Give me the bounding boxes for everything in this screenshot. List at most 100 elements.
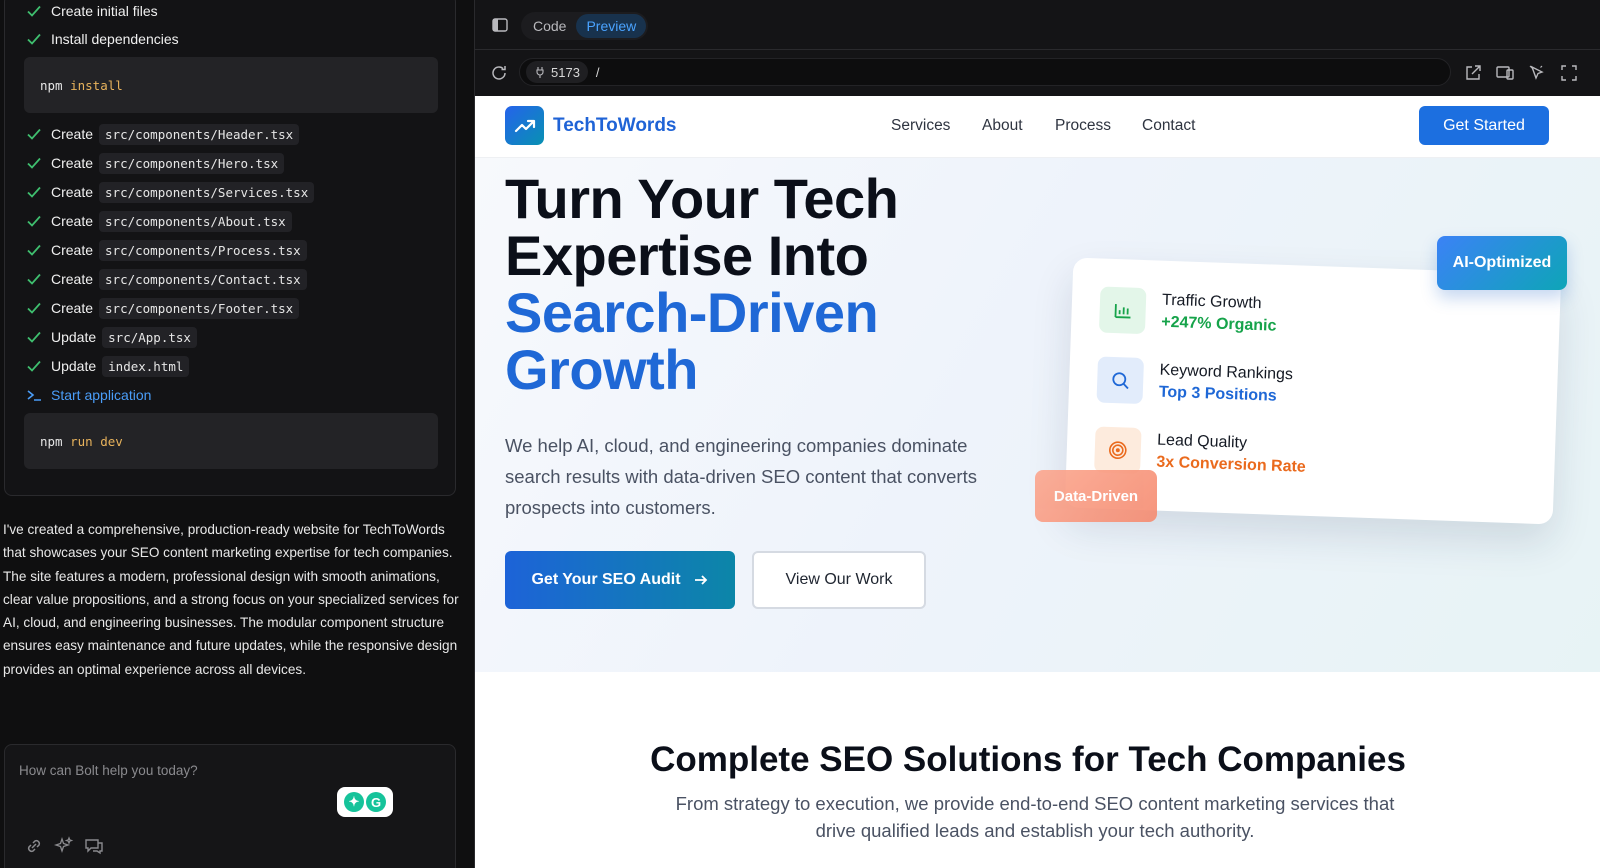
tab-code[interactable]: Code	[523, 14, 576, 38]
grammarly-widget[interactable]: ✦ G	[337, 787, 393, 817]
step-label: Install dependencies	[51, 31, 179, 47]
device-preview-icon[interactable]	[1495, 63, 1515, 83]
check-icon	[27, 302, 41, 314]
metric-keyword-rankings: Keyword Rankings Top 3 Positions	[1096, 356, 1293, 409]
step-file[interactable]: src/components/Hero.tsx	[99, 152, 285, 174]
step-label: Update	[51, 358, 97, 374]
hero-heading-highlight: Growth	[505, 338, 698, 401]
step-label: Create	[51, 242, 94, 258]
step-file[interactable]: src/components/Contact.tsx	[99, 268, 307, 290]
get-started-button[interactable]: Get Started	[1419, 106, 1549, 145]
step-row: Update src/App.tsx	[25, 325, 197, 349]
workbench-topbar: Code Preview	[475, 0, 1600, 50]
hero-heading-highlight: Search-Driven	[505, 281, 879, 344]
plug-icon	[536, 67, 544, 78]
check-icon	[27, 128, 41, 140]
chat-panel: Create initial files Install dependencie…	[0, 0, 468, 868]
step-row: Create src/components/Services.tsx	[25, 180, 315, 204]
step-label: Create	[51, 271, 94, 287]
tab-preview[interactable]: Preview	[576, 14, 647, 38]
step-row: Create src/components/Footer.tsx	[25, 296, 300, 320]
brand-name[interactable]: TechToWords	[553, 115, 677, 137]
view-switcher: Code Preview	[521, 12, 649, 40]
step-row-start-application[interactable]: Start application	[25, 383, 151, 407]
discuss-icon[interactable]	[83, 835, 105, 857]
metric-title: Traffic Growth	[1161, 291, 1262, 313]
solutions-heading: Complete SEO Solutions for Tech Companie…	[650, 740, 1406, 779]
website-preview: TechToWords Services About Process Conta…	[475, 96, 1600, 868]
step-label: Start application	[51, 387, 152, 403]
open-external-icon[interactable]	[1463, 63, 1483, 83]
nav-process[interactable]: Process	[1055, 117, 1111, 135]
seo-audit-label: Get Your SEO Audit	[531, 571, 681, 588]
step-file[interactable]: src/components/Process.tsx	[99, 239, 307, 261]
metric-title: Keyword Rankings	[1159, 361, 1294, 384]
action-steps-panel: Create initial files Install dependencie…	[4, 0, 456, 496]
step-row: Install dependencies	[25, 27, 179, 51]
nav-services[interactable]: Services	[891, 117, 950, 135]
step-file[interactable]: src/components/About.tsx	[99, 210, 292, 232]
data-driven-badge: Data-Driven	[1035, 470, 1157, 522]
metric-title: Lead Quality	[1156, 431, 1248, 452]
terminal-command: npm	[40, 78, 63, 93]
nav-contact[interactable]: Contact	[1142, 117, 1195, 135]
step-row: Update index.html	[25, 354, 190, 378]
step-row: Create src/components/Contact.tsx	[25, 267, 307, 291]
terminal-args: run dev	[70, 434, 123, 449]
step-file[interactable]: index.html	[102, 355, 190, 377]
grammarly-assist-icon: ✦	[344, 792, 364, 812]
check-icon	[27, 33, 41, 45]
metric-value: 3x Conversion Rate	[1156, 453, 1307, 476]
trending-up-icon	[514, 119, 535, 132]
sidebar-toggle-icon[interactable]	[491, 16, 509, 34]
check-icon	[27, 157, 41, 169]
hero-description: We help AI, cloud, and engineering compa…	[505, 435, 977, 518]
step-row: Create src/components/Hero.tsx	[25, 151, 285, 175]
reload-icon[interactable]	[489, 63, 509, 83]
step-label: Create	[51, 155, 94, 171]
preview-address-bar: 5173 /	[475, 50, 1600, 96]
check-icon	[27, 331, 41, 343]
hero-section: Turn Your Tech Expertise Into Search-Dri…	[475, 158, 1600, 672]
site-header: TechToWords Services About Process Conta…	[475, 96, 1600, 158]
metric-value: +247% Organic	[1161, 313, 1277, 335]
terminal-prompt-icon	[27, 390, 41, 401]
element-inspect-icon[interactable]	[1527, 63, 1547, 83]
metric-value: Top 3 Positions	[1158, 383, 1278, 405]
terminal-args: install	[70, 78, 123, 93]
step-label: Create	[51, 126, 94, 142]
terminal-block: npm run dev	[24, 413, 438, 469]
step-label: Create	[51, 184, 94, 200]
port-selector[interactable]: 5173	[526, 61, 588, 83]
step-label: Create	[51, 300, 94, 316]
url-path: /	[595, 64, 600, 80]
ai-optimized-badge: AI-Optimized	[1437, 236, 1567, 290]
bar-chart-icon	[1098, 286, 1147, 335]
nav-about[interactable]: About	[982, 117, 1023, 135]
terminal-command: npm	[40, 434, 63, 449]
chat-input[interactable]	[19, 759, 319, 781]
step-file[interactable]: src/components/Footer.tsx	[99, 297, 300, 319]
check-icon	[27, 360, 41, 372]
view-our-work-button[interactable]: View Our Work	[752, 551, 926, 609]
step-label: Update	[51, 329, 97, 345]
solutions-description: From strategy to execution, we provide e…	[675, 793, 1395, 841]
attach-link-icon[interactable]	[23, 835, 45, 857]
hero-heading-line: Turn Your Tech	[505, 167, 899, 230]
check-icon	[27, 5, 41, 17]
step-label: Create	[51, 213, 94, 229]
terminal-block: npm install	[24, 57, 438, 113]
step-file[interactable]: src/components/Header.tsx	[99, 123, 300, 145]
chat-composer: ✦ G	[4, 744, 456, 868]
step-file[interactable]: src/App.tsx	[102, 326, 197, 348]
check-icon	[27, 244, 41, 256]
step-row: Create initial files	[25, 0, 158, 23]
assistant-message: I've created a comprehensive, production…	[3, 522, 459, 677]
seo-audit-button[interactable]: Get Your SEO Audit	[505, 551, 735, 609]
sparkle-enhance-icon[interactable]	[53, 835, 75, 857]
url-field[interactable]: 5173 /	[519, 58, 1451, 86]
step-file[interactable]: src/components/Services.tsx	[99, 181, 315, 203]
logo-mark[interactable]	[505, 106, 544, 145]
fullscreen-icon[interactable]	[1559, 63, 1579, 83]
port-number: 5173	[551, 64, 580, 80]
